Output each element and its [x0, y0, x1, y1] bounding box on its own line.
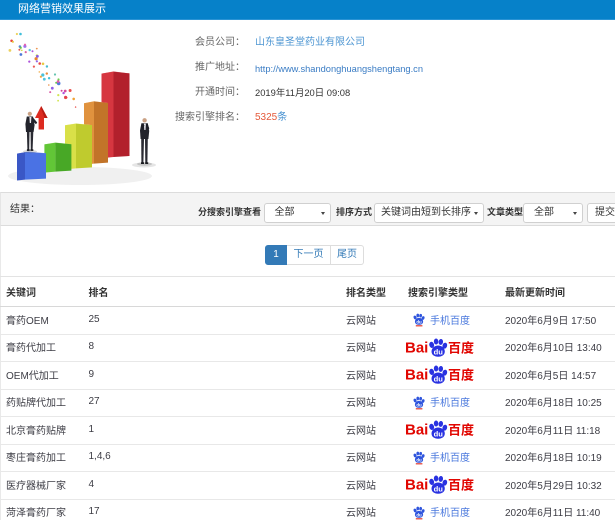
- svg-text:百度: 百度: [448, 423, 474, 438]
- svg-text:Bai: Bai: [405, 339, 428, 356]
- svg-text:du: du: [434, 430, 444, 439]
- svg-text:du: du: [434, 485, 444, 494]
- svg-text:Bai: Bai: [405, 367, 428, 384]
- svg-text:du: du: [416, 320, 422, 325]
- svg-text:du: du: [416, 457, 422, 462]
- svg-text:百度: 百度: [448, 368, 474, 383]
- svg-text:Bai: Bai: [405, 422, 428, 439]
- svg-text:Bai: Bai: [405, 477, 428, 494]
- svg-text:du: du: [416, 402, 422, 407]
- svg-text:百度: 百度: [448, 340, 474, 355]
- svg-text:百度: 百度: [448, 478, 474, 493]
- svg-text:du: du: [416, 512, 422, 517]
- svg-text:du: du: [434, 347, 444, 356]
- svg-text:du: du: [434, 375, 444, 384]
